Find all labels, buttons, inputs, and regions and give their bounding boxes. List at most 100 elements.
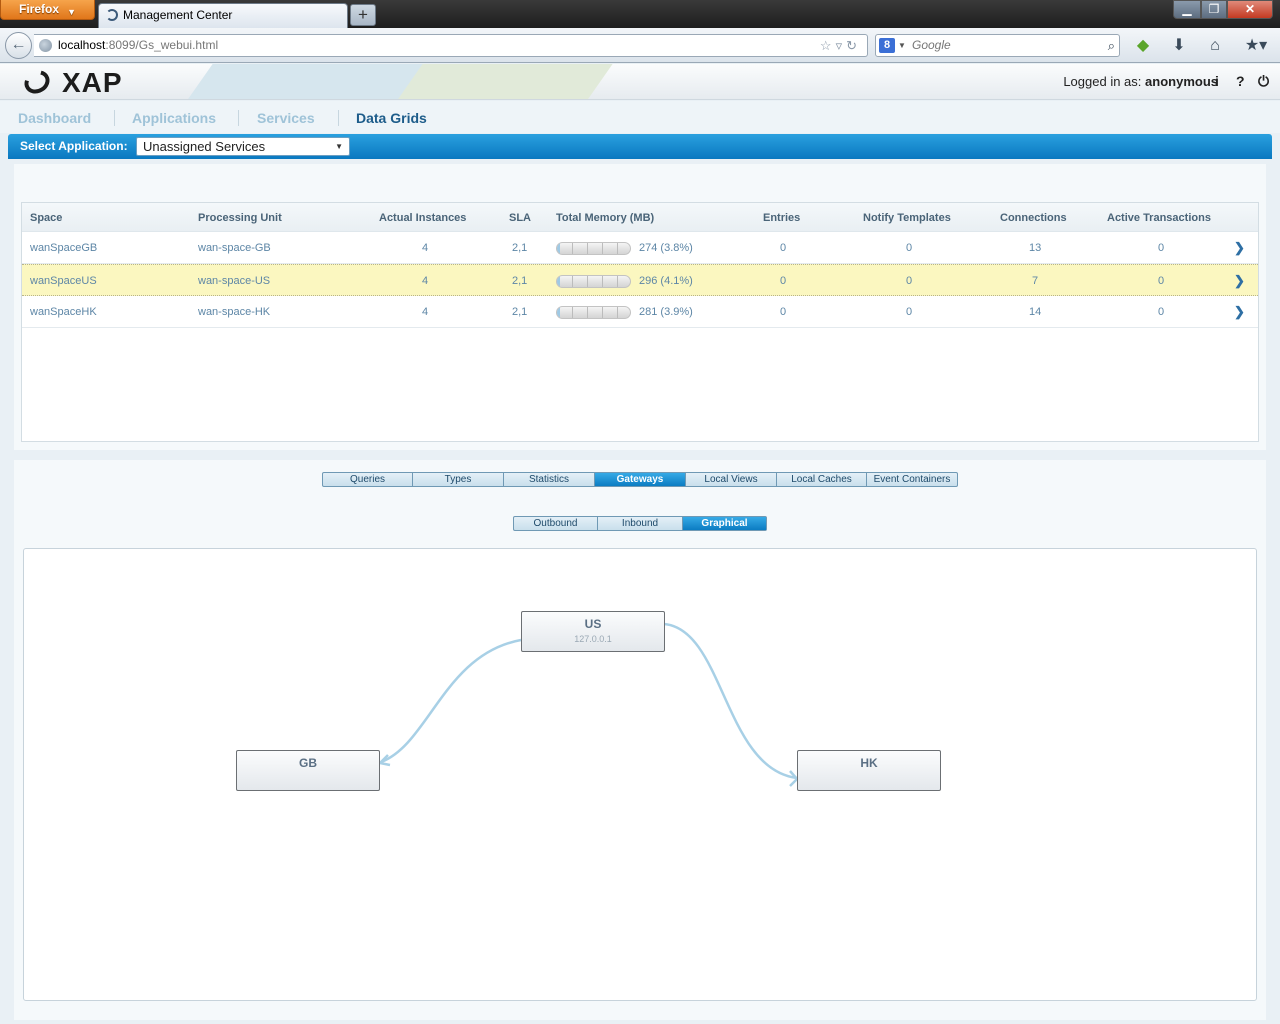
application-select[interactable]: Unassigned Services ▼ — [136, 137, 350, 156]
browser-titlebar: Firefox ▼ Management Center + ▁ ❐ ✕ — [0, 0, 1280, 28]
nav-divider — [338, 110, 339, 126]
col-total-memory[interactable]: Total Memory (MB) — [556, 212, 654, 224]
memory-bar — [556, 306, 631, 319]
new-tab-button[interactable]: + — [350, 4, 376, 26]
memory-bar — [556, 242, 631, 255]
cell-space[interactable]: wanSpaceUS — [30, 275, 97, 287]
cell-memory: 296 (4.1%) — [639, 275, 693, 287]
tab-statistics[interactable]: Statistics — [504, 473, 595, 486]
close-window-button[interactable]: ✕ — [1227, 0, 1273, 19]
row-expand-icon[interactable]: ❯ — [1234, 304, 1245, 320]
gateway-view-tab-bar: Outbound Inbound Graphical — [513, 516, 767, 531]
col-entries[interactable]: Entries — [763, 212, 800, 224]
col-notify-templates[interactable]: Notify Templates — [863, 212, 951, 224]
cell-entries: 0 — [780, 306, 787, 318]
col-actual-instances[interactable]: Actual Instances — [379, 212, 466, 224]
gateway-node-hk[interactable]: HK — [797, 750, 941, 791]
search-placeholder: Google — [912, 38, 951, 52]
maximize-button[interactable]: ❐ — [1201, 0, 1227, 19]
cell-entries: 0 — [780, 275, 787, 287]
tab-outbound[interactable]: Outbound — [514, 517, 598, 530]
cell-connections: 13 — [1029, 242, 1042, 254]
node-label: HK — [860, 756, 878, 770]
search-bar[interactable]: 8 ▼ Google ⌕ — [875, 34, 1120, 57]
cell-sla: 2,1 — [512, 242, 528, 254]
globe-icon — [39, 39, 52, 52]
memory-bar-fill — [557, 307, 560, 318]
login-user: anonymous — [1145, 74, 1218, 89]
node-label: US — [584, 617, 602, 631]
tab-types[interactable]: Types — [413, 473, 504, 486]
node-address: 127.0.0.1 — [574, 634, 612, 644]
app-header: XAP Logged in as: anonymous i ? ⏻ — [0, 64, 1280, 100]
tab-graphical[interactable]: Graphical — [683, 517, 766, 530]
nav-divider — [238, 110, 239, 126]
col-connections[interactable]: Connections — [1000, 212, 1067, 224]
url-bar[interactable]: localhost:8099/Gs_webui.html ☆▿↻ — [34, 34, 868, 57]
help-icon[interactable]: ? — [1236, 73, 1245, 89]
download-icon[interactable]: ⬇ — [1169, 36, 1189, 56]
col-sla[interactable]: SLA — [509, 212, 531, 224]
table-row[interactable]: wanSpaceHK wan-space-HK 4 2,1 281 (3.9%)… — [22, 296, 1258, 328]
nav-dashboard[interactable]: Dashboard — [18, 110, 91, 126]
gateway-node-us[interactable]: US 127.0.0.1 — [521, 611, 665, 652]
nav-divider — [114, 110, 115, 126]
row-expand-icon[interactable]: ❯ — [1234, 240, 1245, 256]
power-icon[interactable]: ⏻ — [1258, 73, 1269, 90]
row-expand-icon[interactable]: ❯ — [1234, 273, 1245, 289]
logo-text: XAP — [62, 67, 123, 98]
tab-inbound[interactable]: Inbound — [598, 517, 683, 530]
detail-tab-bar: Queries Types Statistics Gateways Local … — [322, 472, 958, 487]
tab-event-containers[interactable]: Event Containers — [867, 473, 957, 486]
url-bar-icons[interactable]: ☆▿↻ — [820, 35, 861, 56]
browser-navbar: ← localhost:8099/Gs_webui.html ☆▿↻ 8 ▼ G… — [0, 28, 1280, 63]
home-icon[interactable]: ⌂ — [1205, 36, 1225, 56]
tab-gateways[interactable]: Gateways — [595, 473, 686, 486]
col-processing-unit[interactable]: Processing Unit — [198, 212, 282, 224]
select-application-label: Select Application: — [20, 139, 128, 153]
chevron-down-icon: ▼ — [67, 7, 76, 17]
login-status: Logged in as: anonymous — [1063, 74, 1218, 89]
cell-space[interactable]: wanSpaceGB — [30, 242, 97, 254]
spaces-table: Space Processing Unit Actual Instances S… — [21, 202, 1259, 442]
cell-sla: 2,1 — [512, 306, 528, 318]
col-space[interactable]: Space — [30, 212, 62, 224]
nav-applications[interactable]: Applications — [132, 110, 216, 126]
table-row[interactable]: wanSpaceGB wan-space-GB 4 2,1 274 (3.8%)… — [22, 232, 1258, 264]
cell-processing-unit: wan-space-US — [198, 275, 271, 287]
tab-local-caches[interactable]: Local Caches — [777, 473, 867, 486]
cell-notify-templates: 0 — [906, 306, 913, 318]
tab-local-views[interactable]: Local Views — [686, 473, 777, 486]
col-active-transactions[interactable]: Active Transactions — [1107, 212, 1211, 224]
tab-title: Management Center — [123, 8, 233, 22]
tab-queries[interactable]: Queries — [323, 473, 413, 486]
google-engine-icon[interactable]: 8 — [879, 38, 895, 53]
cell-connections: 14 — [1029, 306, 1042, 318]
bookmarks-icon[interactable]: ★▾ — [1241, 36, 1271, 56]
nav-data-grids[interactable]: Data Grids — [356, 110, 427, 126]
memory-bar-fill — [557, 243, 560, 254]
search-icon[interactable]: ⌕ — [1108, 35, 1115, 56]
header-decoration — [187, 64, 433, 99]
gateway-edge-us-hk — [663, 622, 798, 780]
table-row[interactable]: wanSpaceUS wan-space-US 4 2,1 296 (4.1%)… — [22, 264, 1258, 296]
cell-active-transactions: 0 — [1158, 242, 1165, 254]
back-button[interactable]: ← — [5, 32, 32, 59]
browser-tab[interactable]: Management Center — [98, 3, 348, 28]
header-decoration — [397, 64, 613, 99]
nav-services[interactable]: Services — [257, 110, 315, 126]
gateway-node-gb[interactable]: GB — [236, 750, 380, 791]
firefox-menu-button[interactable]: Firefox ▼ — [0, 0, 95, 20]
gateway-graph: US 127.0.0.1 GB HK — [23, 548, 1257, 1001]
xap-favicon-icon — [106, 9, 118, 21]
gateway-edge-us-gb — [380, 638, 522, 764]
addon-icon[interactable]: ◆ — [1133, 36, 1153, 56]
info-icon[interactable]: i — [1215, 73, 1219, 89]
cell-space[interactable]: wanSpaceHK — [30, 306, 97, 318]
cell-processing-unit: wan-space-GB — [198, 242, 271, 254]
select-application-bar: Select Application: Unassigned Services … — [8, 134, 1272, 159]
xap-logo-icon — [20, 65, 54, 99]
memory-bar-fill — [557, 276, 560, 287]
table-header: Space Processing Unit Actual Instances S… — [22, 203, 1258, 232]
minimize-button[interactable]: ▁ — [1173, 0, 1201, 19]
